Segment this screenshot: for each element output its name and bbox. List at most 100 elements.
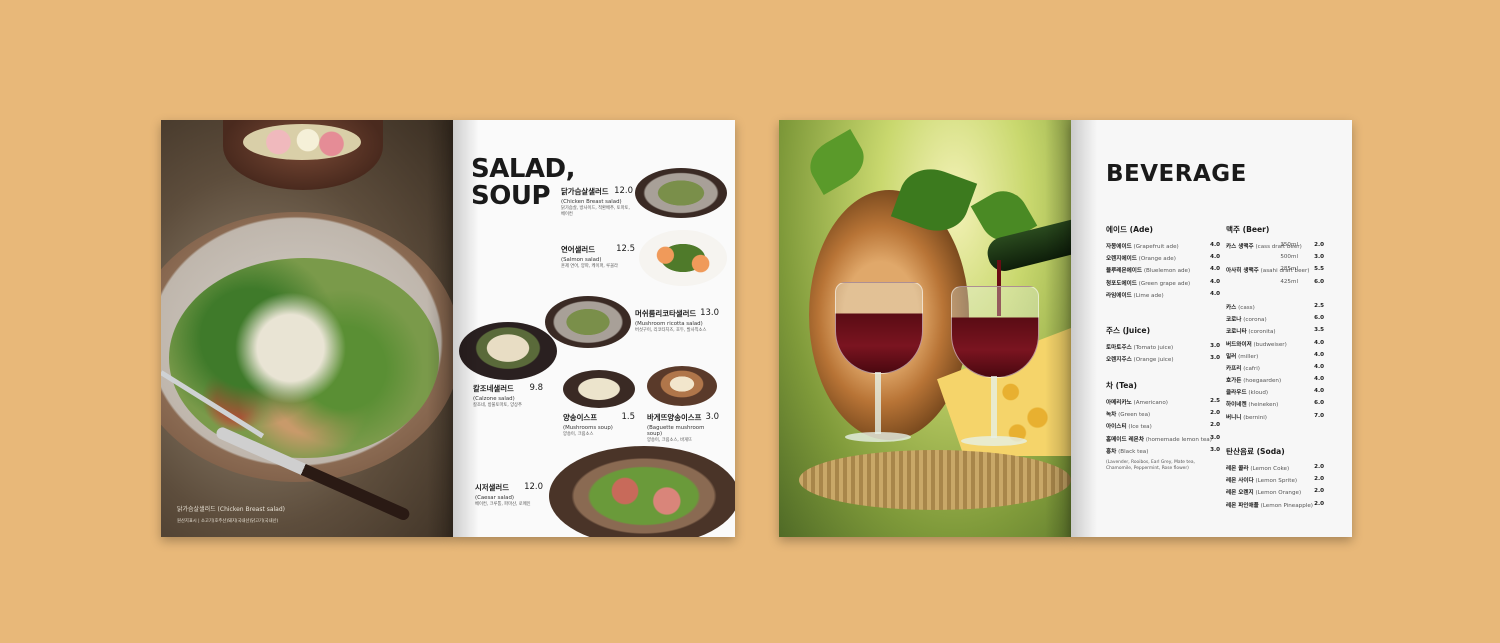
item-name-ko: 아이스티 <box>1106 424 1127 431</box>
menu-row: 카프리 (cafri) 4.0 <box>1226 364 1324 376</box>
item-name-ko: 레몬 파인애플 <box>1226 502 1259 509</box>
item-price: 2.0 <box>1314 488 1324 495</box>
item-name-en: (Tomato juice) <box>1133 345 1174 351</box>
item-price: 2.0 <box>1210 410 1220 417</box>
item-name-ko: 아메리카노 <box>1106 400 1132 406</box>
item-price: 7.0 <box>1314 412 1324 419</box>
item-name-en: (Lemon Orange) <box>1255 490 1302 497</box>
item-volume: 350ml <box>1280 242 1298 248</box>
section-heading: 에이드 (Ade) <box>1106 225 1154 234</box>
beverage-menu-page: BEVERAGE 에이드 (Ade) 자몽에이드 (Grapefruit ade)… <box>1071 120 1352 537</box>
item-name-en: (budweiser) <box>1253 341 1287 348</box>
item-name-en: (Lemon Coke) <box>1250 466 1290 472</box>
item-price: 6.0 <box>1314 278 1324 285</box>
item-name-en: (Lemon Pineapple) <box>1260 502 1313 509</box>
wicker-tray-image <box>799 450 1071 510</box>
menu-row: 하이네켄 (heineken) 6.0 <box>1226 400 1324 412</box>
item-name-ko: 버니니 <box>1226 414 1242 421</box>
item-name-en: (Black tea) <box>1118 448 1149 455</box>
item-name-en: (bernini) <box>1243 414 1267 421</box>
item-name-en: (corona) <box>1243 317 1267 324</box>
menu-row: 토마토주스 (Tomato juice) 3.0 <box>1106 343 1220 355</box>
menu-row: 카스 생맥주 (cass draft beer) 350ml 2.0 <box>1226 242 1324 254</box>
menu-row: 코로나 (corona) 6.0 <box>1226 315 1324 327</box>
menu-item-calzone-salad: 칼조네샐러드 9.8 (Calzone salad) 칼조네, 방울토마토, 양… <box>473 383 543 408</box>
chicken-salad-image <box>169 258 439 458</box>
item-name-en: (coronita) <box>1248 329 1276 336</box>
menu-row: 오렌지주스 (Orange juice) 3.0 <box>1106 355 1220 367</box>
origin-note: 원산지표시 | 소고기(호주산)돼지(국내산)닭고기(국내산) <box>177 519 279 524</box>
item-name-en: (Lemon Sprite) <box>1255 478 1298 485</box>
item-name-ko: 코로니타 <box>1226 329 1247 336</box>
item-volume: 285ml <box>1280 266 1298 273</box>
section-heading: 차 (Tea) <box>1106 381 1138 390</box>
item-price: 3.0 <box>1210 343 1220 349</box>
item-price: 2.0 <box>1314 476 1324 483</box>
caesar-salad-plate-image <box>549 446 735 537</box>
item-name-ko: 오렌지에이드 <box>1106 256 1137 263</box>
item-price: 4.0 <box>1210 266 1220 273</box>
photo-caption: 닭가슴살샐러드 (Chicken Breast salad) <box>177 506 286 513</box>
item-name-ko: 라임에이드 <box>1106 292 1132 299</box>
menu-row: 블루레몬에이드 (Bluelemon ade) 4.0 <box>1106 266 1220 278</box>
wine-photo-page <box>779 120 1071 537</box>
item-name-en: (cass) <box>1238 304 1255 311</box>
item-name-en: (Lime ade) <box>1133 292 1164 299</box>
item-price: 2.0 <box>1314 500 1324 507</box>
menu-row: 레몬 사이다 (Lemon Sprite) 2.0 <box>1226 476 1324 488</box>
menu-row: 클라우드 (kloud) 4.0 <box>1226 388 1324 400</box>
menu-row: 청포도에이드 (Green grape ade) 4.0 <box>1106 279 1220 291</box>
item-price: 3.5 <box>1314 327 1324 334</box>
item-price: 4.0 <box>1314 339 1324 346</box>
menu-item-mushroom-ricotta-salad: 머쉬룸리코타샐러드 13.0 (Mushroom ricotta salad) … <box>635 308 719 333</box>
item-name-ko: 밀러 <box>1226 353 1237 360</box>
menu-row <box>1226 291 1324 303</box>
item-price: 2.0 <box>1210 422 1220 429</box>
item-price: 3.0 <box>1314 254 1324 261</box>
item-name-en: (cafri) <box>1243 365 1260 372</box>
section-juice: 주스 (Juice) 토마토주스 (Tomato juice) 3.0 오렌지주스 (… <box>1106 325 1220 367</box>
menu-item-baguette-mushroom-soup: 바게뜨양송이스프 3.0 (Baguette mushroom soup) 양송… <box>647 412 719 443</box>
item-price: 4.0 <box>1210 278 1220 285</box>
menu-item-mushroom-soup: 양송이스프 1.5 (Mushrooms soup) 양송이, 크림소스 <box>563 412 635 437</box>
item-name-ko: 녹차 <box>1106 412 1117 419</box>
item-price: 4.0 <box>1210 254 1220 261</box>
section-heading: 탄산음료 (Soda) <box>1226 447 1285 456</box>
menu-item-caesar-salad: 시저샐러드 12.0 (Caesar salad) 베이컨, 크루통, 파마산,… <box>475 482 543 507</box>
item-name-ko: 버드와이저 <box>1226 341 1252 348</box>
item-price: 4.0 <box>1314 376 1324 383</box>
item-name-ko: 호가든 <box>1226 378 1242 385</box>
salad-soup-menu-page: SALAD, SOUP 닭가슴살샐러드 12.0 (Chicken Breast… <box>453 120 735 537</box>
item-price: 6.0 <box>1314 315 1324 322</box>
title-line-2: SOUP <box>471 181 551 211</box>
page-title: SALAD, SOUP <box>471 156 576 211</box>
item-name-ko: 토마토주스 <box>1106 345 1132 351</box>
item-name-en: (Grapefruit ade) <box>1133 244 1179 250</box>
menu-row: 425ml 6.0 <box>1226 279 1324 291</box>
page-title: BEVERAGE <box>1106 161 1247 187</box>
item-name-en: (heineken) <box>1248 402 1279 409</box>
menu-row: 라임에이드 (Lime ade) 4.0 <box>1106 291 1220 303</box>
item-name-en: (hoegaarden) <box>1243 378 1282 385</box>
item-volume: 425ml <box>1280 278 1298 285</box>
item-name-ko: 하이네켄 <box>1226 402 1247 409</box>
item-price: 2.0 <box>1314 242 1324 248</box>
section-ade: 에이드 (Ade) 자몽에이드 (Grapefruit ade) 4.0 오렌지에이드… <box>1106 224 1220 303</box>
item-name-en: (Orange ade) <box>1138 256 1176 263</box>
salmon-salad-plate-image <box>639 230 727 286</box>
item-name-ko: 카스 <box>1226 304 1237 311</box>
item-price: 3.0 <box>1210 434 1220 441</box>
item-volume: 500ml <box>1280 254 1298 261</box>
item-price: 4.0 <box>1210 290 1220 297</box>
item-name-ko: 레몬 오렌지 <box>1226 490 1254 497</box>
item-name-en: (Americano) <box>1133 400 1168 406</box>
menu-row: 레몬 오렌지 (Lemon Orange) 2.0 <box>1226 488 1324 500</box>
menu-row: 아이스티 (Ice tea) 2.0 <box>1106 422 1220 434</box>
menu-row: 아메리카노 (Americano) 2.5 <box>1106 398 1220 410</box>
menu-row: 레몬 파인애플 (Lemon Pineapple) 2.0 <box>1226 501 1324 513</box>
item-name-ko: 코로나 <box>1226 317 1242 324</box>
wine-glass-image <box>835 282 923 442</box>
menu-row: 호가든 (hoegaarden) 4.0 <box>1226 376 1324 388</box>
menu-row: 홍차 (Black tea) 3.0 <box>1106 447 1220 459</box>
section-heading: 맥주 (Beer) <box>1226 225 1270 234</box>
